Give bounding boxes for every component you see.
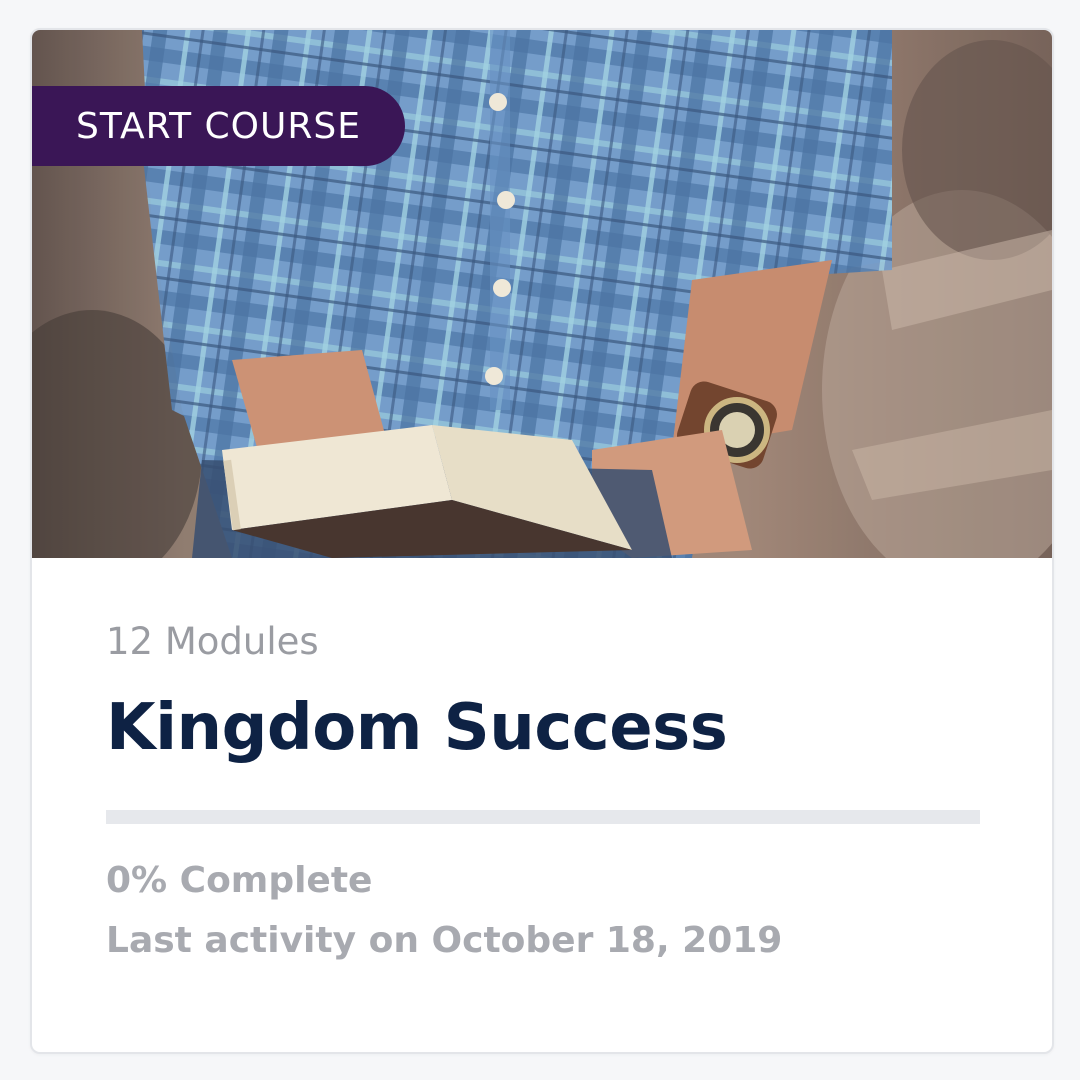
course-title[interactable]: Kingdom Success bbox=[106, 690, 978, 766]
course-cover-image[interactable]: START COURSE bbox=[32, 30, 1052, 558]
last-activity: Last activity on October 18, 2019 bbox=[106, 920, 783, 961]
course-details: 12 Modules Kingdom Success 0% Complete L… bbox=[106, 558, 980, 964]
start-course-button[interactable]: START COURSE bbox=[32, 86, 405, 166]
modules-count: 12 Modules bbox=[106, 620, 319, 663]
course-card[interactable]: START COURSE 12 Modules Kingdom Success … bbox=[30, 28, 1054, 1054]
progress-bar bbox=[106, 810, 980, 824]
completion-status: 0% Complete bbox=[106, 860, 373, 901]
